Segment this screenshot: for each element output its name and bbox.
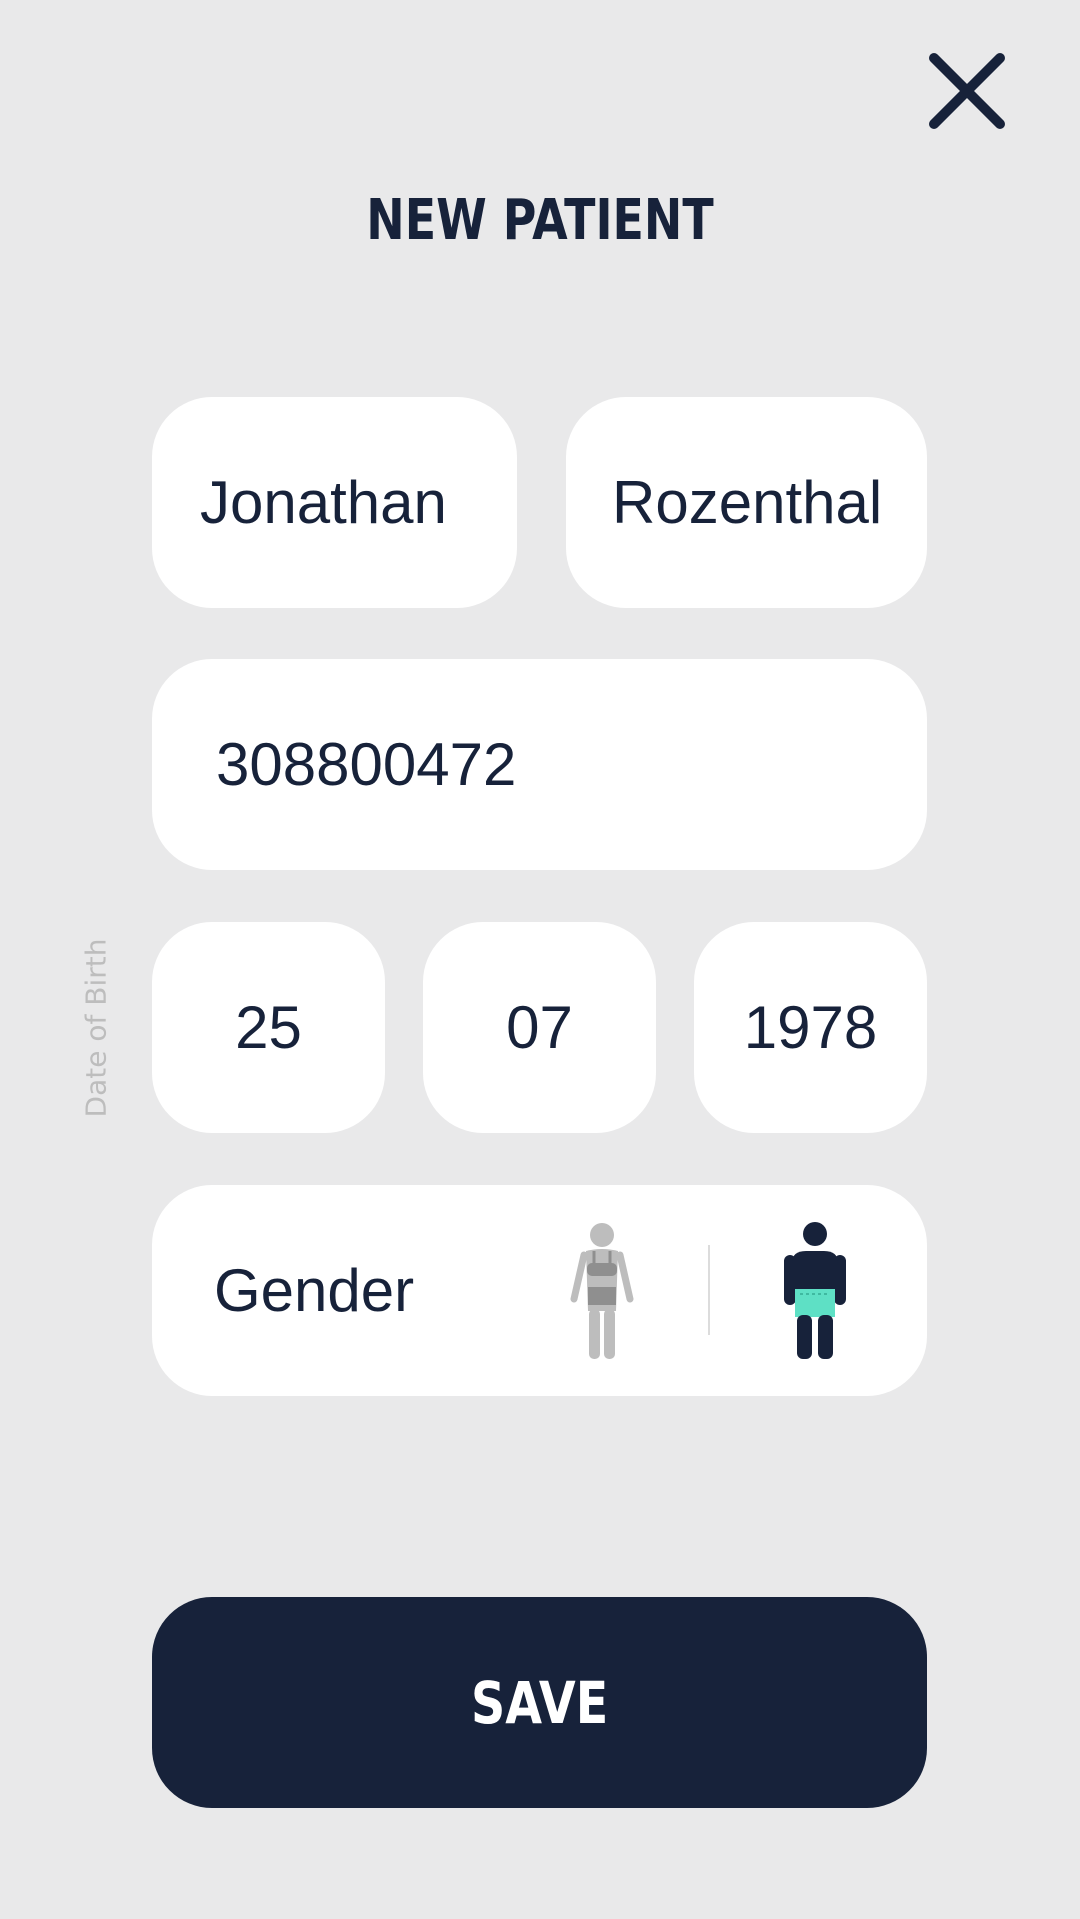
gender-divider bbox=[708, 1245, 710, 1335]
close-icon bbox=[929, 53, 1005, 129]
page-title: NEW PATIENT bbox=[366, 188, 714, 253]
id-number-input[interactable] bbox=[216, 730, 927, 799]
save-button[interactable]: SAVE bbox=[152, 1597, 927, 1808]
dob-year-field[interactable] bbox=[694, 922, 927, 1133]
female-figure-icon bbox=[570, 1223, 634, 1359]
gender-male-option[interactable] bbox=[780, 1221, 850, 1361]
gender-female-option[interactable] bbox=[562, 1221, 642, 1361]
save-button-label: SAVE bbox=[470, 1668, 609, 1737]
close-button[interactable] bbox=[924, 48, 1010, 134]
dob-month-input[interactable] bbox=[423, 993, 656, 1062]
first-name-field[interactable] bbox=[152, 397, 517, 608]
first-name-input[interactable] bbox=[200, 468, 497, 537]
male-figure-icon bbox=[784, 1222, 846, 1359]
date-of-birth-label: Date of Birth bbox=[79, 938, 113, 1118]
gender-label: Gender bbox=[214, 1257, 415, 1324]
dob-year-input[interactable] bbox=[694, 993, 927, 1062]
gender-selector: Gender bbox=[152, 1185, 927, 1396]
dob-day-input[interactable] bbox=[152, 993, 385, 1062]
last-name-field[interactable] bbox=[566, 397, 927, 608]
last-name-input[interactable] bbox=[612, 468, 907, 537]
dob-day-field[interactable] bbox=[152, 922, 385, 1133]
id-number-field[interactable] bbox=[152, 659, 927, 870]
dob-month-field[interactable] bbox=[423, 922, 656, 1133]
